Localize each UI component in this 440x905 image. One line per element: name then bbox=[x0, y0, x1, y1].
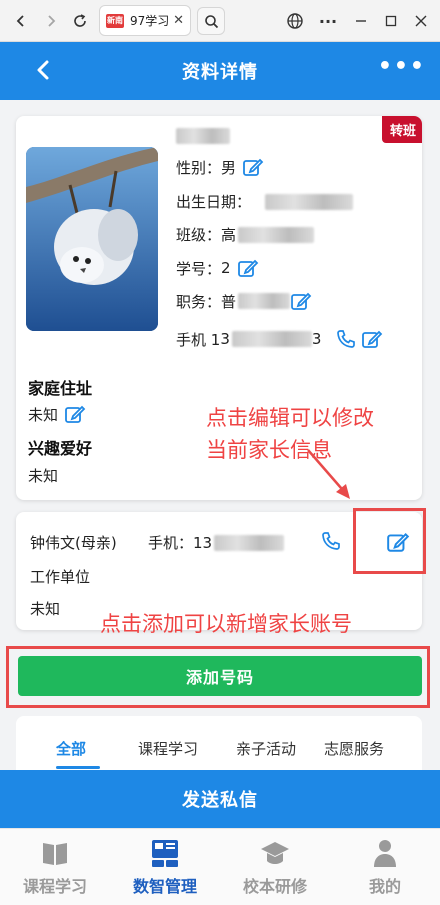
nav-course-learning[interactable]: 课程学习 bbox=[0, 837, 110, 897]
app-header: 资料详情 ••• bbox=[0, 42, 440, 100]
position-redacted bbox=[238, 293, 291, 309]
browser-toolbar: 新南 97学习 ✕ ··· bbox=[0, 0, 440, 42]
tab-volunteer-service[interactable]: 志愿服务 bbox=[324, 738, 384, 759]
transfer-class-badge[interactable]: 转班 bbox=[381, 116, 422, 143]
class-value: 高 bbox=[221, 226, 237, 244]
student-name bbox=[176, 128, 230, 144]
more-options-icon[interactable]: ••• bbox=[378, 54, 426, 79]
nav-school-training-label: 校本研修 bbox=[242, 877, 307, 896]
phone-prefix: 3 bbox=[220, 330, 230, 348]
browser-tab[interactable]: 新南 97学习 ✕ bbox=[99, 5, 191, 36]
forward-arrow-icon[interactable] bbox=[39, 9, 63, 33]
send-message-button[interactable]: 发送私信 bbox=[0, 770, 440, 828]
phone-suffix: 3 bbox=[311, 330, 322, 348]
address-row: 未知 bbox=[28, 403, 86, 425]
class-row: 班级： 高 bbox=[176, 224, 315, 245]
student-avatar bbox=[26, 147, 158, 331]
parent-phone-label: 手机： bbox=[148, 534, 194, 552]
nav-mine[interactable]: 我的 bbox=[330, 837, 440, 897]
parent-name: 钟伟文(母亲) bbox=[30, 534, 117, 552]
close-window-icon[interactable] bbox=[409, 9, 433, 33]
more-horizontal-icon[interactable]: ··· bbox=[316, 9, 340, 33]
parent-phone-call-icon[interactable] bbox=[320, 530, 342, 552]
student-number-value: 2 bbox=[221, 259, 231, 277]
back-arrow-icon[interactable] bbox=[9, 9, 33, 33]
page-title: 资料详情 bbox=[182, 62, 258, 82]
address-value: 未知 bbox=[28, 405, 59, 424]
tab-course-learning[interactable]: 课程学习 bbox=[138, 738, 198, 759]
address-title: 家庭住址 bbox=[28, 379, 93, 398]
hobby-title: 兴趣爱好 bbox=[28, 439, 93, 458]
edit-phone-icon[interactable] bbox=[361, 328, 383, 350]
parent-phone-prefix: 13 bbox=[193, 533, 213, 552]
position-row: 职务： 普 bbox=[176, 290, 312, 312]
phone-call-icon[interactable] bbox=[335, 328, 357, 350]
search-button[interactable] bbox=[197, 7, 225, 35]
nav-course-learning-label: 课程学习 bbox=[22, 877, 87, 896]
dashboard-icon bbox=[152, 840, 178, 867]
minimize-icon[interactable] bbox=[349, 9, 373, 33]
edit-gender-icon[interactable] bbox=[242, 156, 264, 178]
nav-smart-management[interactable]: 数智管理 bbox=[110, 837, 220, 897]
gender-value: 男 bbox=[221, 158, 237, 177]
student-number-row: 学号： 2 bbox=[176, 257, 259, 279]
birthday-redacted bbox=[265, 193, 354, 210]
favicon-icon: 新南 bbox=[106, 13, 124, 28]
edit-highlight-box bbox=[353, 508, 426, 574]
edit-student-number-icon[interactable] bbox=[237, 257, 259, 279]
graduation-cap-icon bbox=[261, 842, 289, 864]
globe-icon[interactable] bbox=[283, 9, 307, 33]
position-value: 普 bbox=[221, 292, 237, 311]
parent-phone-redacted bbox=[214, 534, 285, 551]
gender-row: 性别： 男 bbox=[176, 156, 264, 178]
name-redacted bbox=[176, 128, 230, 144]
reload-icon[interactable] bbox=[68, 9, 92, 33]
gender-label: 性别： bbox=[176, 158, 222, 177]
nav-school-training[interactable]: 校本研修 bbox=[220, 837, 330, 897]
edit-address-icon[interactable] bbox=[64, 403, 86, 425]
birthday-row: 出生日期： bbox=[176, 191, 354, 212]
tab-title: 97学习 bbox=[130, 14, 170, 28]
book-icon bbox=[43, 843, 67, 865]
back-chevron-icon[interactable] bbox=[30, 56, 58, 84]
class-label: 班级： bbox=[176, 226, 222, 244]
active-tab-indicator bbox=[56, 766, 100, 769]
edit-position-icon[interactable] bbox=[290, 290, 312, 312]
add-number-button[interactable]: 添加号码 bbox=[18, 656, 422, 696]
birthday-label: 出生日期： bbox=[176, 193, 252, 211]
add-hint: 点击添加可以新增家长账号 bbox=[100, 612, 352, 636]
close-tab-icon[interactable]: ✕ bbox=[173, 13, 184, 28]
edit-hint-line1: 点击编辑可以修改 bbox=[206, 406, 374, 430]
nav-smart-management-label: 数智管理 bbox=[132, 877, 197, 896]
tab-all[interactable]: 全部 bbox=[56, 738, 86, 759]
annotation-arrow bbox=[307, 449, 350, 499]
class-redacted bbox=[238, 226, 315, 243]
search-icon bbox=[205, 15, 219, 29]
phone-label: 手机 1 bbox=[176, 330, 221, 349]
person-icon bbox=[374, 840, 396, 867]
nav-mine-label: 我的 bbox=[368, 877, 401, 896]
phone-redacted bbox=[231, 331, 312, 347]
position-label: 职务： bbox=[176, 292, 222, 311]
parent-work-title: 工作单位 bbox=[30, 568, 91, 586]
maximize-icon[interactable] bbox=[379, 9, 403, 33]
tab-parent-child-activity[interactable]: 亲子活动 bbox=[236, 738, 296, 759]
bottom-navigation: 课程学习 数智管理 校本研修 我的 bbox=[0, 828, 440, 905]
student-number-label: 学号： bbox=[176, 259, 222, 278]
phone-row: 手机 1 3 3 bbox=[176, 328, 383, 350]
parent-phone-row: 手机： 13 bbox=[148, 532, 285, 553]
hobby-value: 未知 bbox=[28, 467, 59, 485]
parent-work-value: 未知 bbox=[30, 600, 61, 618]
